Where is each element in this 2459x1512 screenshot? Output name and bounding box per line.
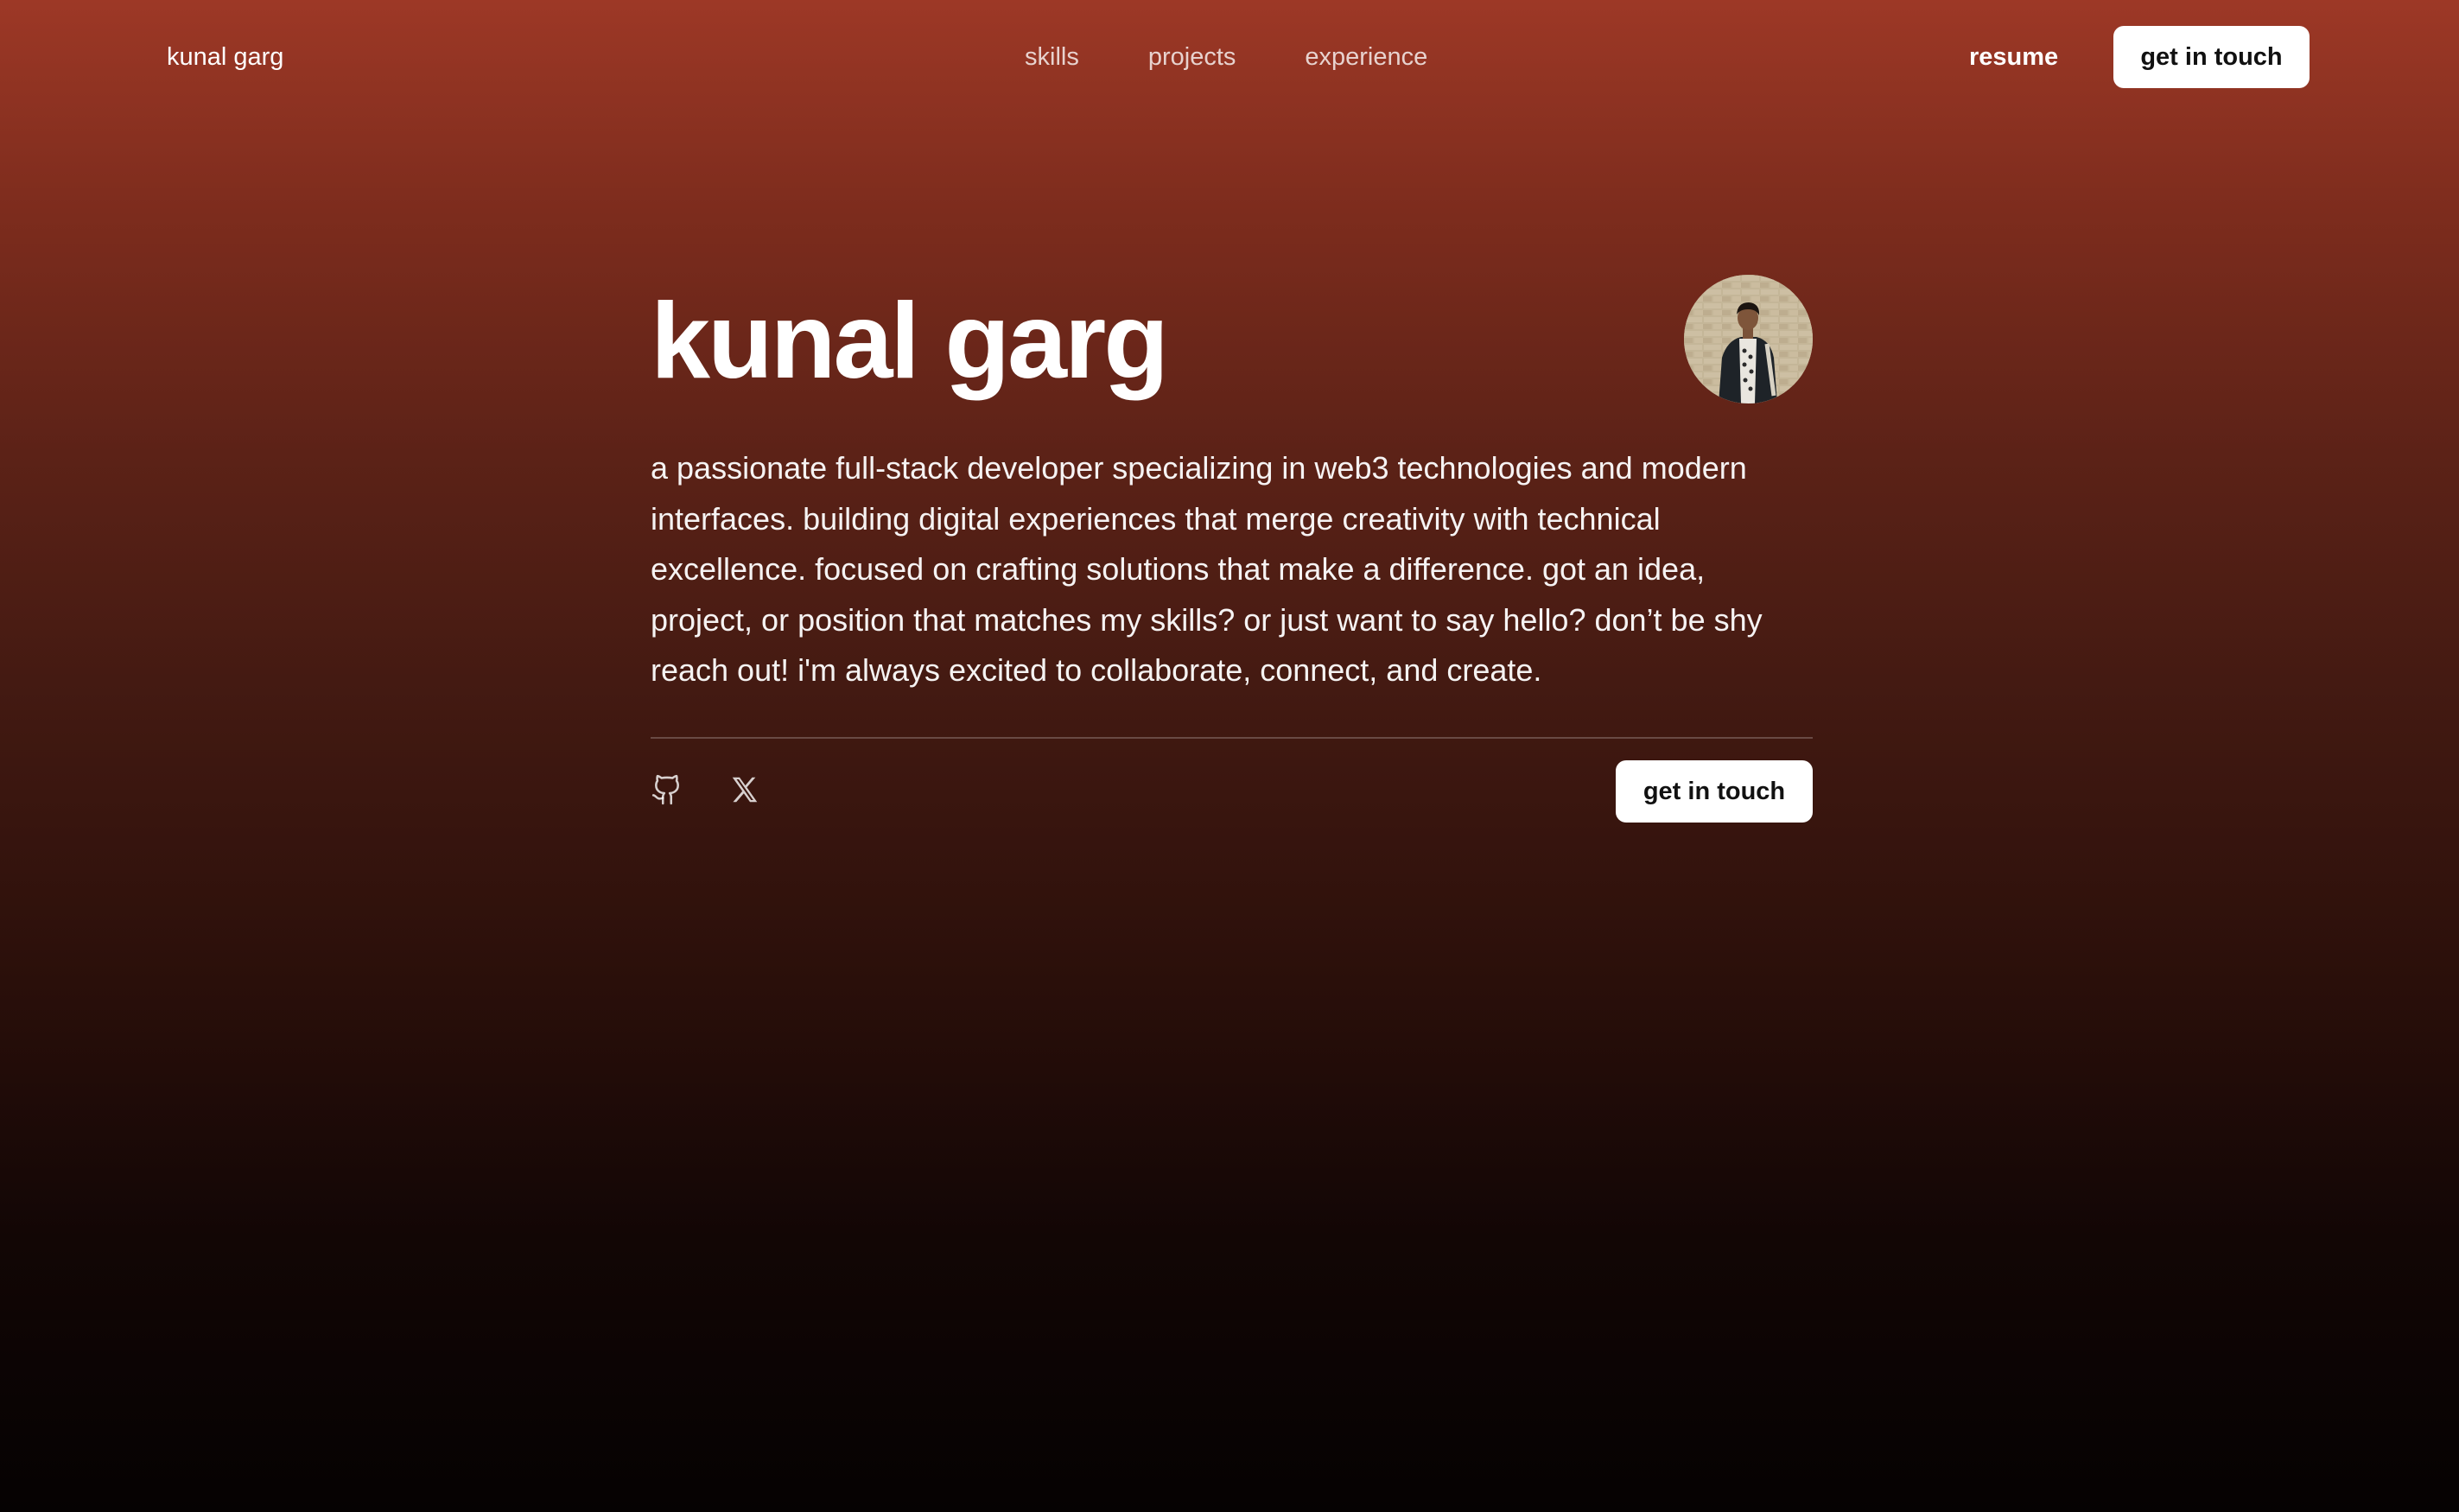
hero-bio: a passionate full-stack developer specia…	[651, 450, 1763, 688]
top-nav: kunal garg skills projects experience re…	[0, 0, 2459, 114]
hero-get-in-touch-button[interactable]: get in touch	[1616, 760, 1813, 823]
nav-link-skills[interactable]: skills	[1025, 40, 1079, 74]
brand-link[interactable]: kunal garg	[167, 40, 283, 74]
github-icon[interactable]	[651, 773, 683, 806]
avatar	[1684, 275, 1813, 403]
nav-link-projects[interactable]: projects	[1148, 40, 1236, 74]
hero-name: kunal garg	[651, 282, 1169, 401]
resume-link[interactable]: resume	[1969, 40, 2058, 74]
profile-photo-icon	[1684, 275, 1813, 403]
x-twitter-icon[interactable]	[728, 773, 761, 806]
nav-links: skills projects experience	[1025, 40, 1427, 74]
social-links	[651, 773, 761, 806]
nav-link-experience[interactable]: experience	[1305, 40, 1427, 74]
nav-get-in-touch-button[interactable]: get in touch	[2113, 26, 2310, 88]
divider	[651, 737, 1813, 739]
